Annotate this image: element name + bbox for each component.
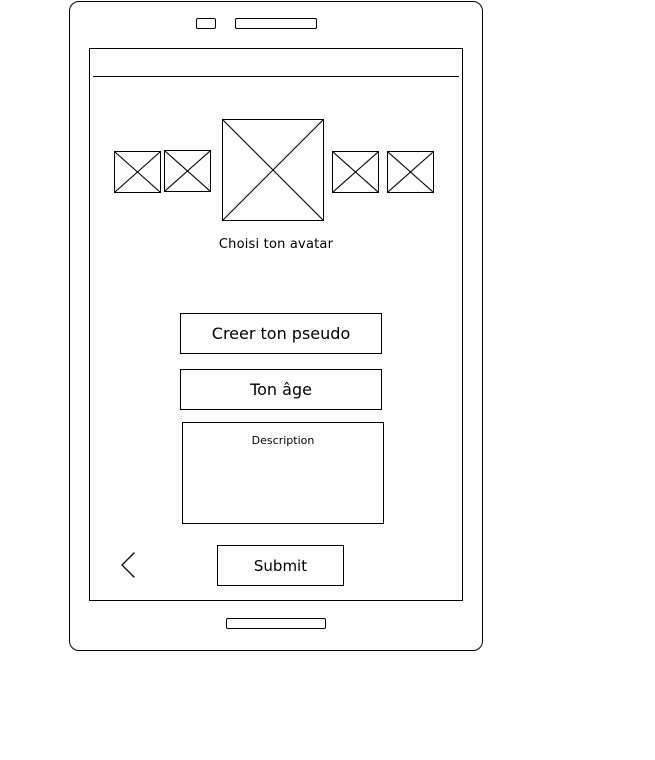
description-container xyxy=(182,422,384,524)
front-camera xyxy=(196,18,216,29)
image-placeholder-icon xyxy=(115,152,160,192)
back-button[interactable] xyxy=(114,548,142,582)
submit-button[interactable]: Submit xyxy=(217,545,344,586)
header-divider xyxy=(93,76,459,77)
pseudo-input[interactable] xyxy=(180,313,382,354)
avatar-option-3[interactable] xyxy=(222,119,324,221)
age-input[interactable] xyxy=(180,369,382,410)
avatar-option-2[interactable] xyxy=(164,150,211,192)
avatar-option-4[interactable] xyxy=(332,151,379,193)
speaker-grille xyxy=(235,18,317,29)
image-placeholder-icon xyxy=(223,120,323,220)
image-placeholder-icon xyxy=(165,151,210,191)
avatar-picker-label: Choisi ton avatar xyxy=(218,237,334,252)
image-placeholder-icon xyxy=(388,152,433,192)
avatar-option-1[interactable] xyxy=(114,151,161,193)
chevron-left-icon xyxy=(121,552,135,578)
avatar-option-5[interactable] xyxy=(387,151,434,193)
image-placeholder-icon xyxy=(333,152,378,192)
home-button[interactable] xyxy=(226,618,326,629)
description-textarea[interactable] xyxy=(183,423,383,523)
